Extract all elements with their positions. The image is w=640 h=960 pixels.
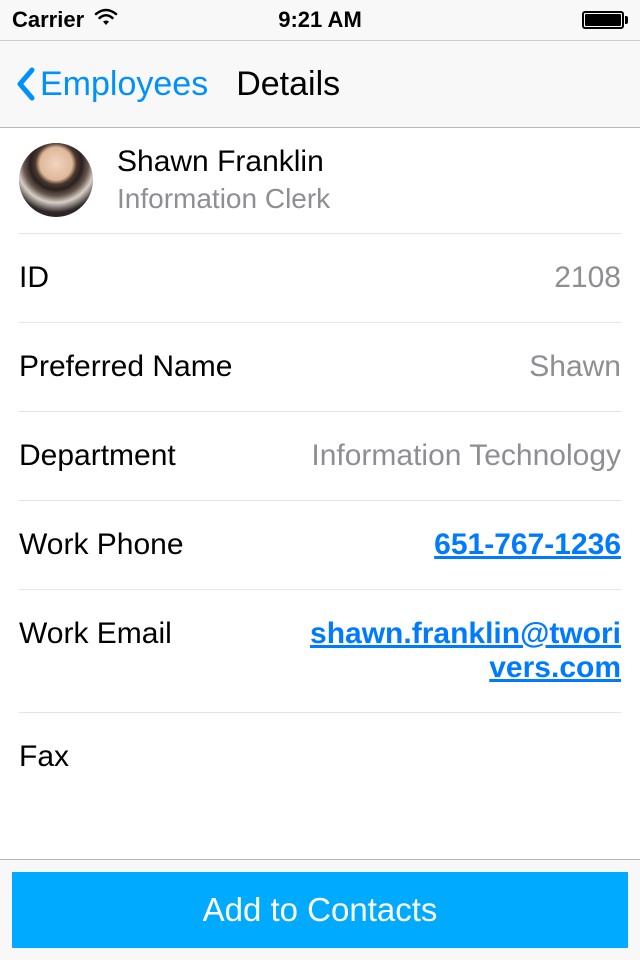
content: Shawn Franklin Information Clerk ID 2108…	[0, 129, 640, 859]
back-label: Employees	[40, 65, 208, 104]
row-work-email: Work Email shawn.franklin@tworivers.com	[19, 590, 621, 713]
row-preferred-name: Preferred Name Shawn	[19, 323, 621, 412]
avatar	[19, 143, 93, 217]
profile-name: Shawn Franklin	[117, 145, 330, 179]
profile-header: Shawn Franklin Information Clerk	[19, 129, 621, 234]
add-to-contacts-button[interactable]: Add to Contacts	[12, 872, 628, 948]
value-department: Information Technology	[311, 439, 621, 473]
label-id: ID	[19, 261, 49, 295]
value-id: 2108	[554, 261, 621, 295]
value-work-email[interactable]: shawn.franklin@tworivers.com	[301, 617, 621, 685]
label-fax: Fax	[19, 740, 69, 774]
label-department: Department	[19, 439, 176, 473]
value-preferred-name: Shawn	[529, 350, 621, 384]
carrier-label: Carrier	[12, 7, 84, 33]
profile-text: Shawn Franklin Information Clerk	[117, 145, 330, 215]
row-id: ID 2108	[19, 234, 621, 323]
value-work-phone[interactable]: 651-767-1236	[434, 528, 621, 562]
label-work-email: Work Email	[19, 617, 172, 651]
status-bar: Carrier 9:21 AM	[0, 0, 640, 40]
toolbar: Add to Contacts	[0, 859, 640, 960]
profile-job-title: Information Clerk	[117, 183, 330, 215]
nav-bar: Employees Details	[0, 40, 640, 128]
label-work-phone: Work Phone	[19, 528, 184, 562]
label-preferred-name: Preferred Name	[19, 350, 232, 384]
page-title: Details	[236, 65, 340, 104]
row-department: Department Information Technology	[19, 412, 621, 501]
battery-icon	[582, 11, 628, 29]
add-to-contacts-label: Add to Contacts	[203, 891, 438, 929]
status-time: 9:21 AM	[278, 7, 362, 33]
status-left: Carrier	[12, 7, 120, 33]
row-fax: Fax	[19, 713, 621, 801]
wifi-icon	[92, 7, 120, 33]
chevron-left-icon	[14, 65, 38, 103]
back-button[interactable]: Employees	[14, 65, 208, 104]
row-work-phone: Work Phone 651-767-1236	[19, 501, 621, 590]
